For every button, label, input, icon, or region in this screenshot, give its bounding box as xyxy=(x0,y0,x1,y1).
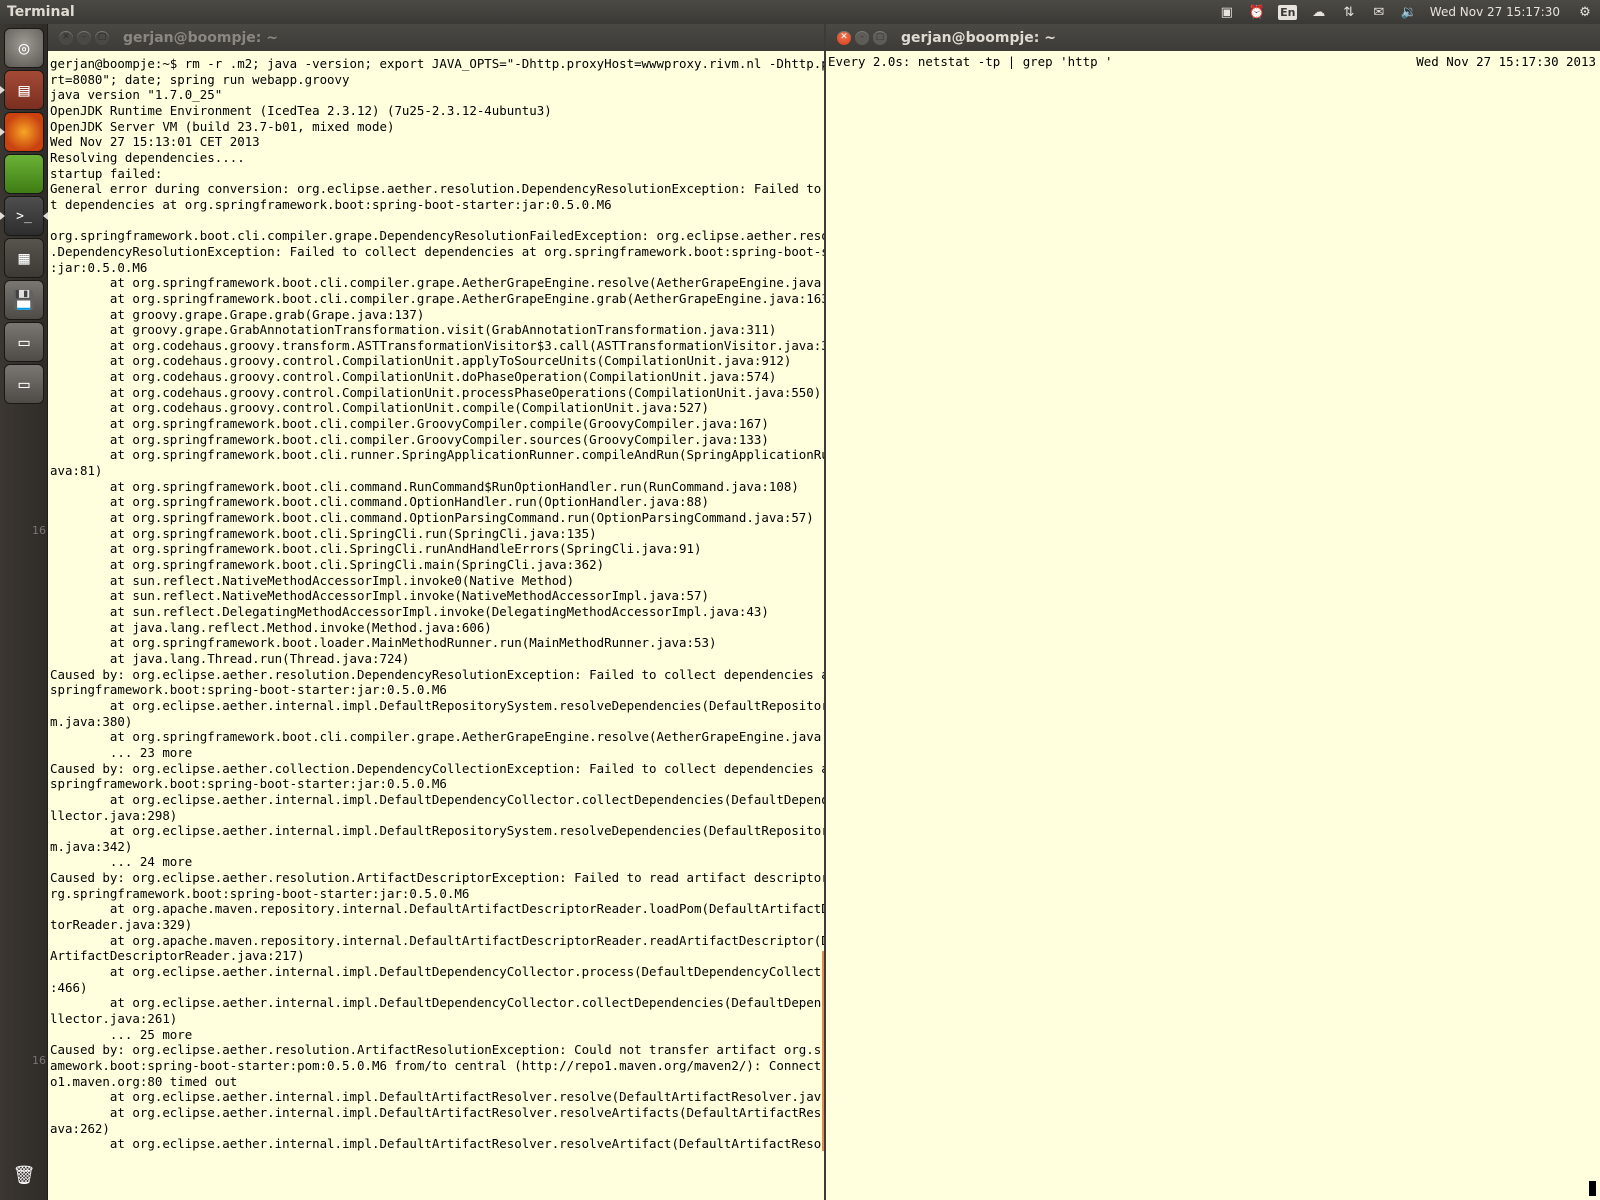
window-title: gerjan@boompje: ~ xyxy=(901,29,1056,46)
trash-icon[interactable]: 🗑 xyxy=(5,1156,43,1194)
watch-time: Wed Nov 27 15:17:30 2013 xyxy=(1416,54,1596,69)
active-app-title: Terminal xyxy=(7,4,75,20)
screen-icon[interactable]: ▣ xyxy=(1212,0,1242,24)
page-number: 16 xyxy=(32,524,46,537)
terminal-output[interactable]: Every 2.0s: netstat -tp | grep 'http ' W… xyxy=(826,51,1600,1200)
keyboard-layout-label: En xyxy=(1278,4,1298,20)
terminal-window-right[interactable]: ✕ – □ gerjan@boompje: ~ Every 2.0s: nets… xyxy=(824,24,1600,1200)
page-number: 16 xyxy=(32,1054,46,1067)
terminal-text: gerjan@boompje:~$ rm -r .m2; java -versi… xyxy=(50,56,824,1152)
minimize-button[interactable]: – xyxy=(855,30,869,45)
floppy-disk-icon[interactable]: 💾 xyxy=(5,281,43,319)
firefox-icon[interactable] xyxy=(0,113,43,151)
maximize-button[interactable]: □ xyxy=(873,30,887,45)
launcher: ◎ ▤ >_ ▦ 💾 ▭ ▭ 16 16 🗑 xyxy=(0,24,48,1200)
clock-alarm-icon[interactable]: ⏰ xyxy=(1242,0,1272,24)
files-icon[interactable]: ▤ xyxy=(0,71,43,109)
close-button[interactable]: ✕ xyxy=(837,30,851,45)
cloud-icon[interactable]: ☁ xyxy=(1304,0,1334,24)
watch-header: Every 2.0s: netstat -tp | grep 'http ' W… xyxy=(826,51,1600,70)
keyboard-layout-icon[interactable]: En xyxy=(1277,0,1299,24)
window-title: gerjan@boompje: ~ xyxy=(123,29,278,46)
window-titlebar[interactable]: ✕ – □ gerjan@boompje: ~ xyxy=(826,24,1600,51)
terminal-icon[interactable]: >_ xyxy=(0,197,48,235)
gear-icon[interactable]: ⚙ xyxy=(1570,0,1600,24)
top-panel: Terminal ▣ ⏰ En ☁ ⇅ ✉ 🔉 Wed Nov 27 15:17… xyxy=(0,0,1600,24)
network-icon[interactable]: ⇅ xyxy=(1334,0,1364,24)
maximize-button[interactable]: □ xyxy=(95,30,109,45)
minimize-button[interactable]: – xyxy=(77,30,91,45)
volume-icon[interactable]: 🔉 xyxy=(1394,0,1424,24)
terminal-cursor xyxy=(1589,1181,1596,1196)
close-button[interactable]: ✕ xyxy=(59,30,73,45)
window-titlebar[interactable]: ✕ – □ gerjan@boompje: ~ xyxy=(48,24,824,51)
indicator-area: ▣ ⏰ En ☁ ⇅ ✉ 🔉 Wed Nov 27 15:17:30 ⚙ xyxy=(1212,0,1600,24)
watch-command: Every 2.0s: netstat -tp | grep 'http ' xyxy=(828,54,1113,69)
terminal-window-left[interactable]: ✕ – □ gerjan@boompje: ~ gerjan@boompje:~… xyxy=(48,24,824,1200)
terminal-output[interactable]: gerjan@boompje:~$ rm -r .m2; java -versi… xyxy=(48,51,824,1200)
green-app-icon[interactable] xyxy=(5,155,43,193)
mail-icon[interactable]: ✉ xyxy=(1364,0,1394,24)
dash-home-icon[interactable]: ◎ xyxy=(5,29,43,67)
clock[interactable]: Wed Nov 27 15:17:30 xyxy=(1424,5,1570,19)
workspace-switcher-icon[interactable]: ▦ xyxy=(5,239,43,277)
drive-icon[interactable]: ▭ xyxy=(5,323,43,361)
drive-icon[interactable]: ▭ xyxy=(5,365,43,403)
